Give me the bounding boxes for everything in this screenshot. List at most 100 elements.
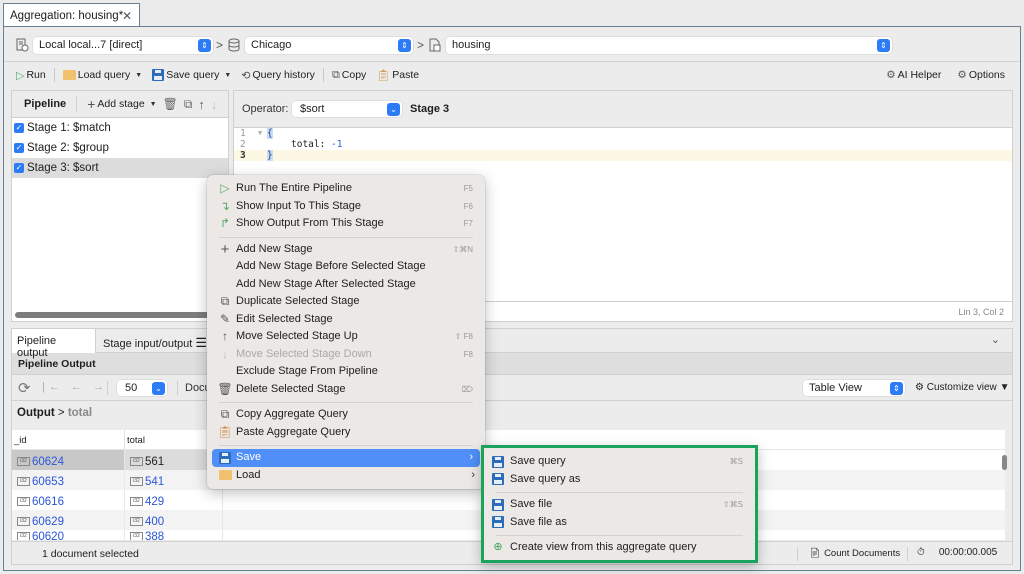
view-mode-select[interactable]: Table View ⇕ [803,380,905,396]
output-breadcrumb: Output > total [12,401,1012,423]
menu-item-save-file-as[interactable]: Save file as [484,514,755,532]
checkbox[interactable]: ✓ [14,123,24,133]
menu-item-paste-query[interactable]: 📋︎ Paste Aggregate Query [207,424,485,442]
run-button[interactable]: ▷ Run [12,66,50,84]
page-size-select[interactable]: 50 ⌄ [117,380,167,396]
operator-select[interactable]: $sort ⌄ [292,101,402,117]
editor-header: Operator: $sort ⌄ Stage 3 [234,91,1012,128]
menu-item-show-output[interactable]: ↱ Show Output From This Stage F7 [207,215,485,233]
database-select[interactable]: Chicago ⇕ [245,37,413,54]
tab-stage-input-output[interactable]: Stage input/output ☰ [98,329,213,353]
menu-item-move-up[interactable]: ↑ Move Selected Stage Up ⇧ F8 [207,328,485,346]
load-query-button[interactable]: Load query ▼ [59,66,146,84]
pagination-arrows[interactable]: |← ← → [42,381,108,393]
stage-item[interactable]: ✓ Stage 2: $group [12,138,228,158]
refresh-icon[interactable]: ⟳ [18,379,31,397]
separator [177,381,178,395]
updown-icon: ⇕ [890,381,903,395]
menu-item-save-query[interactable]: Save query ⌘S [484,453,755,471]
count-documents-button[interactable]: 📄︎ Count Documents [809,548,900,559]
chevron-right-icon: > [216,38,224,52]
chevron-down-icon[interactable]: ⌄ [991,333,1000,346]
menu-item-delete[interactable]: 🗑︎ Delete Selected Stage ⌦ [207,381,485,399]
menu-item-save[interactable]: Save › [212,449,480,467]
toolbar: ▷ Run Load query ▼ Save query ▼ ⟲ Query hi… [12,66,423,84]
menu-item-exclude[interactable]: Exclude Stage From Pipeline [207,363,485,381]
stage-label: Stage 3 [410,103,450,115]
output-tabs: Pipeline output Stage input/output ☰ ⌄ [12,329,1012,359]
updown-icon: ⇕ [198,39,211,52]
server-icon [16,38,29,52]
menu-separator [219,236,473,238]
menu-item-show-input[interactable]: ↴ Show Input To This Stage F6 [207,198,485,216]
menu-item-duplicate[interactable]: ⧉ Duplicate Selected Stage [207,293,485,311]
menu-item-save-file[interactable]: Save file ⇧⌘S [484,496,755,514]
int32-icon: i32 [130,517,143,526]
customize-view-button[interactable]: ⚙ Customize view ▼ [915,382,1009,393]
menu-item-save-query-as[interactable]: Save query as [484,471,755,489]
fold-icon[interactable]: ▼ [258,128,262,139]
arrow-up-icon[interactable]: ↑ [198,97,205,112]
operator-label: Operator: [242,103,289,115]
menu-item-copy-query[interactable]: ⧉ Copy Aggregate Query [207,406,485,424]
create-view-icon: ⊕ [493,541,503,553]
menu-item-add-after[interactable]: Add New Stage After Selected Stage [207,276,485,294]
history-icon: ⟲ [241,69,251,82]
menu-item-load[interactable]: Load › [207,467,485,485]
copy-button[interactable]: ⧉ Copy [328,66,370,84]
tab-title: Aggregation: housing* [10,10,124,22]
arrow-down-icon: ↓ [222,346,228,361]
checkbox[interactable]: ✓ [14,163,24,173]
tab-pipeline-output[interactable]: Pipeline output [12,329,96,359]
duplicate-icon: ⧉ [220,294,230,308]
save-query-button[interactable]: Save query ▼ [148,66,235,84]
save-icon [219,451,231,464]
toolbar-right: ⚙ AI Helper ⚙ Options [882,66,1009,84]
play-icon: ▷ [220,181,230,195]
pipeline-panel: Pipeline + Add stage ▼ 🗑︎ ⧉ ↑ ↓ ✓ Stage … [11,90,229,322]
stage-item[interactable]: ✓ Stage 1: $match [12,118,228,138]
duplicate-icon[interactable]: ⧉ [184,97,193,112]
folder-icon [62,70,76,80]
copy-icon: ⧉ [331,68,340,81]
menu-item-create-view[interactable]: ⊕ Create view from this aggregate query [484,539,755,557]
updown-icon: ⇕ [877,39,890,52]
collection-select[interactable]: housing ⇕ [446,37,892,54]
arrow-down-icon[interactable]: ↓ [211,97,218,112]
ai-helper-button[interactable]: ⚙ AI Helper [882,66,945,84]
gear-icon: ⚙ [915,382,924,393]
server-select[interactable]: Local local...7 [direct] ⇕ [33,37,213,54]
code-line-current: 3 } [234,150,1012,161]
breadcrumb-root[interactable]: Output [17,407,55,419]
paste-button[interactable]: 📋︎ Paste [372,66,423,84]
add-stage-button[interactable]: + Add stage ▼ [87,96,156,112]
close-icon[interactable]: ✕ [122,9,132,23]
checkbox[interactable]: ✓ [14,143,24,153]
int32-icon: i32 [130,457,143,466]
separator [322,68,324,82]
output-title: Pipeline Output [12,353,1012,375]
code-editor[interactable]: 1 ▼ { 2 total: -1 3 } [234,128,1012,161]
context-menu: ▷ Run The Entire Pipeline F5 ↴ Show Input T… [207,175,485,489]
horizontal-scrollbar[interactable] [15,312,215,318]
show-input-icon: ↴ [219,198,231,213]
save-icon [152,69,165,81]
menu-item-run-pipeline[interactable]: ▷ Run The Entire Pipeline F5 [207,180,485,198]
vertical-scrollbar[interactable] [1002,455,1007,470]
menu-item-add-before[interactable]: Add New Stage Before Selected Stage [207,258,485,276]
menu-icon: ☰ [195,335,208,350]
options-button[interactable]: ⚙ Options [953,66,1009,84]
pipeline-title: Pipeline [24,98,67,110]
menu-separator [219,445,473,446]
code-line: 2 total: -1 [240,139,343,150]
menu-item-add-stage[interactable]: + Add New Stage ⇧⌘N [207,241,485,259]
chevron-right-icon: > [57,407,68,419]
column-header-id[interactable]: _id [12,430,125,449]
menu-item-edit[interactable]: ✎ Edit Selected Stage [207,311,485,329]
tab-aggregation-housing[interactable]: Aggregation: housing* ✕ [3,3,140,27]
int32-icon: i32 [17,532,30,540]
stage-item-selected[interactable]: ✓ Stage 3: $sort [12,158,228,178]
trash-icon[interactable]: 🗑︎ [163,97,178,111]
separator [907,547,908,561]
query-history-button[interactable]: ⟲ Query history [237,66,319,84]
